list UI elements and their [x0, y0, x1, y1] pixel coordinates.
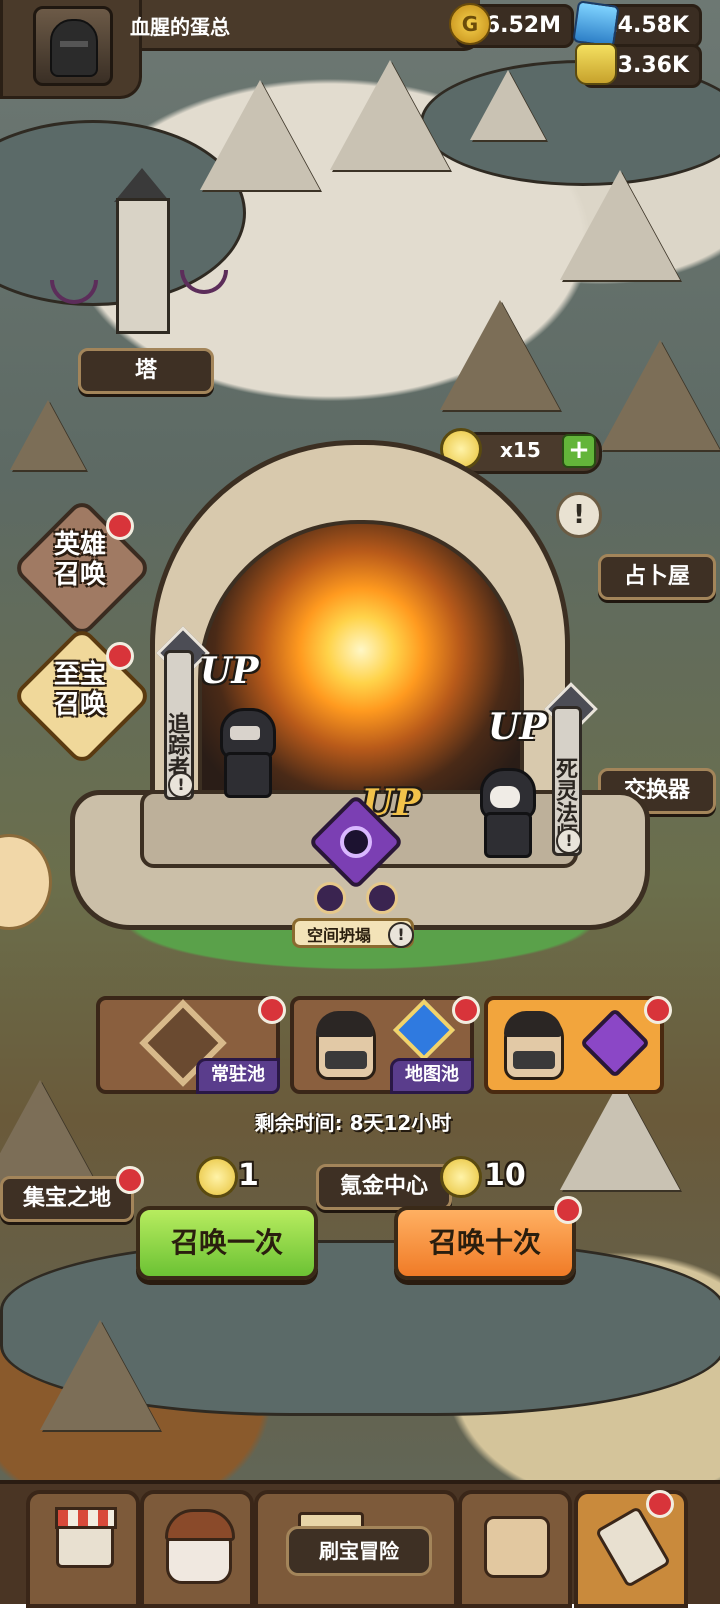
krypton-center-label[interactable]: 氪金中心	[316, 1164, 452, 1210]
notification-dot	[258, 996, 286, 1024]
summon-once-button[interactable]: 召唤一次	[136, 1206, 318, 1280]
necromancer-up-label: UP	[488, 706, 547, 748]
standard-pool-label: 常驻池	[196, 1058, 280, 1094]
gem-resource[interactable]: 14.58K	[572, 0, 702, 48]
notification-dot	[554, 1196, 582, 1224]
tower-label[interactable]: 塔	[78, 348, 214, 394]
volcano	[40, 1320, 160, 1430]
artifact-name: 空间坍塌	[307, 926, 372, 945]
mountain	[600, 340, 720, 450]
potion-value: 3.36K	[617, 53, 689, 78]
summon-once-cost: 1	[238, 1158, 259, 1193]
hero-portrait-icon	[165, 1509, 235, 1584]
nav-heroes[interactable]	[140, 1490, 254, 1608]
notification-dot	[106, 642, 134, 670]
summon-scroll-icon	[440, 1156, 482, 1198]
skill-icon	[366, 882, 398, 914]
tower-building[interactable]	[92, 168, 188, 334]
summon-ten-button[interactable]: 召唤十次	[394, 1206, 576, 1280]
summon-ten-cost: 10	[484, 1158, 526, 1193]
mountain	[200, 80, 320, 190]
tab-map-pool[interactable]: 地图池	[290, 996, 474, 1094]
avatar-frame[interactable]	[0, 0, 142, 99]
tracker-info-icon[interactable]: !	[168, 772, 194, 798]
gold-coin-icon: G	[449, 3, 491, 45]
top-bar: 血腥的蛋总 G 6.52M 14.58K 3.36K	[0, 0, 720, 99]
scroll-count: x15	[500, 438, 541, 462]
notification-dot	[646, 1490, 674, 1518]
shop-icon	[55, 1507, 117, 1568]
knight-helmet-icon	[50, 19, 98, 77]
tracker-hero-sprite[interactable]	[214, 708, 276, 798]
gold-resource[interactable]: G 6.52M	[449, 3, 574, 48]
gem-icon	[572, 0, 620, 48]
mountain	[560, 170, 680, 280]
nav-adventure-label[interactable]: 刷宝冒险	[286, 1526, 432, 1576]
player-name: 血腥的蛋总	[130, 15, 230, 39]
potion-jar-icon	[575, 43, 617, 85]
masked-hero-portrait	[504, 1011, 564, 1080]
notification-dot	[452, 996, 480, 1024]
treasure-land-label[interactable]: 集宝之地	[0, 1176, 134, 1222]
mountain	[440, 300, 560, 410]
hammer-icon	[594, 1505, 672, 1589]
notification-dot	[644, 996, 672, 1024]
masked-hero-portrait	[316, 1011, 376, 1080]
skill-icon	[314, 882, 346, 914]
notification-dot	[106, 512, 134, 540]
notification-dot	[116, 1166, 144, 1194]
avatar[interactable]	[33, 6, 113, 86]
fortune-house-label[interactable]: 占卜屋	[598, 554, 716, 600]
necromancer-info-icon[interactable]: !	[556, 828, 582, 854]
remaining-time: 剩余时间: 8天12小时	[254, 1111, 452, 1135]
tracker-up-label: UP	[200, 650, 259, 692]
tab-standard-pool[interactable]: 常驻池	[96, 996, 280, 1094]
potion-resource[interactable]: 3.36K	[575, 43, 702, 88]
tower-body	[116, 198, 170, 334]
gold-value: 6.52M	[484, 13, 561, 38]
tower-roof	[114, 168, 170, 202]
tab-event-pool[interactable]	[484, 996, 664, 1094]
blue-gem-icon	[392, 998, 456, 1062]
summon-scroll-icon	[196, 1156, 238, 1198]
nav-shop[interactable]	[26, 1490, 140, 1608]
add-scroll-button[interactable]: +	[562, 434, 596, 468]
artifact-icon	[579, 1007, 651, 1079]
nav-bag[interactable]	[458, 1490, 572, 1608]
backpack-icon	[484, 1516, 550, 1578]
map-pool-label: 地图池	[390, 1058, 474, 1094]
mountain	[10, 400, 86, 470]
necromancer-hero-sprite[interactable]	[474, 768, 536, 858]
artifact-info-icon[interactable]: !	[388, 922, 414, 948]
info-alert-icon[interactable]: !	[556, 492, 602, 538]
